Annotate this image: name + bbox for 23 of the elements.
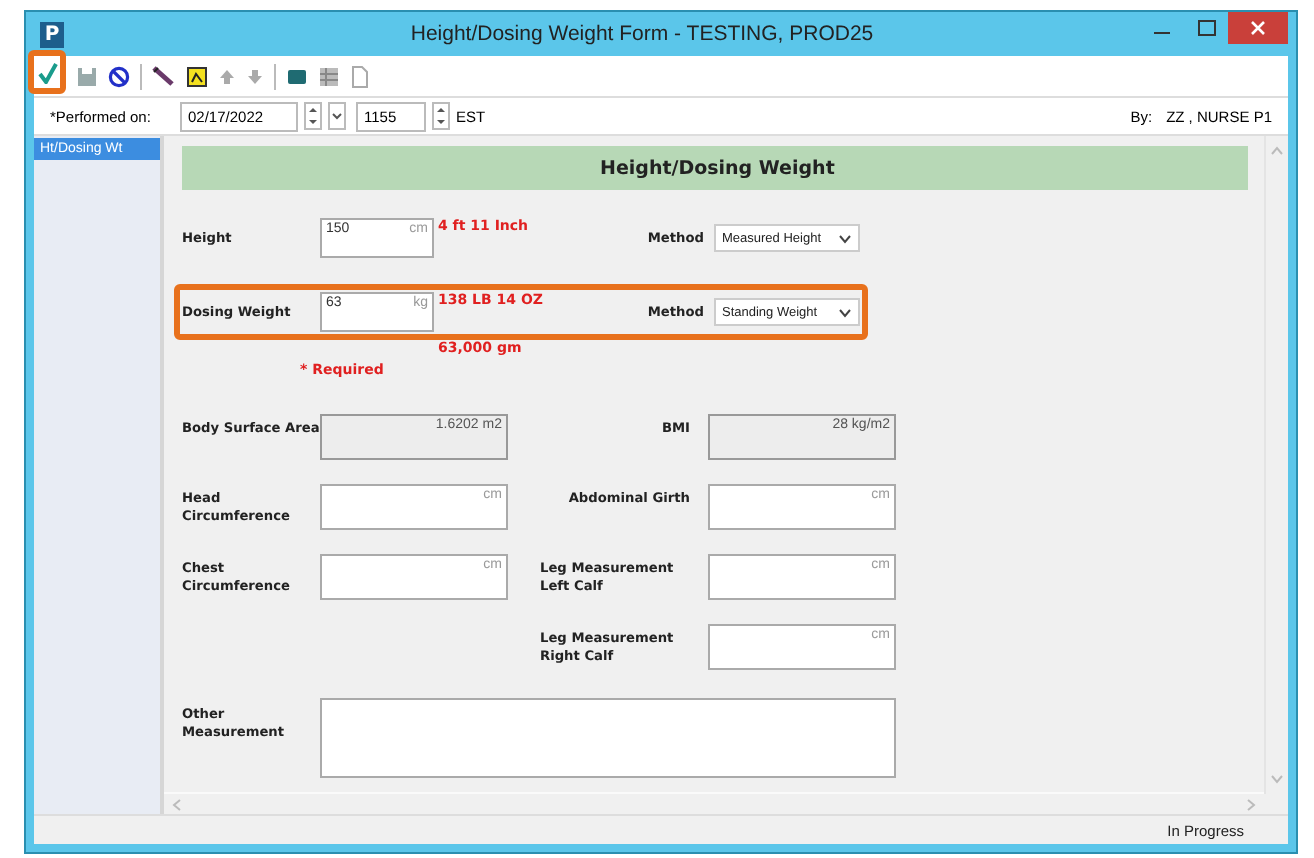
up-arrow-icon[interactable]	[218, 65, 236, 87]
close-icon	[1250, 20, 1266, 36]
chevron-down-icon	[838, 233, 852, 243]
checkmark-icon	[37, 61, 57, 83]
window-title: Height/Dosing Weight Form - TESTING, PROD25	[408, 22, 876, 46]
down-arrow-icon[interactable]	[246, 65, 264, 87]
chevron-down-icon	[838, 307, 852, 317]
spinner-icon[interactable]	[432, 102, 450, 130]
dropdown-icon[interactable]	[328, 102, 346, 130]
document-icon[interactable]	[350, 65, 370, 87]
note-icon[interactable]	[186, 65, 208, 87]
sign-button[interactable]	[28, 50, 66, 94]
close-button[interactable]	[1228, 12, 1288, 44]
monitor-icon[interactable]	[286, 65, 308, 87]
cancel-icon[interactable]	[108, 65, 130, 87]
text-area[interactable]	[320, 698, 896, 778]
pen-icon[interactable]	[152, 65, 176, 87]
section-header: Height/Dosing Weight	[182, 146, 1248, 190]
save-icon[interactable]	[76, 65, 98, 87]
spinner-icon[interactable]	[304, 102, 322, 130]
app-icon: P	[40, 21, 64, 47]
maximize-icon	[1197, 20, 1215, 36]
grid-icon[interactable]	[318, 65, 340, 87]
